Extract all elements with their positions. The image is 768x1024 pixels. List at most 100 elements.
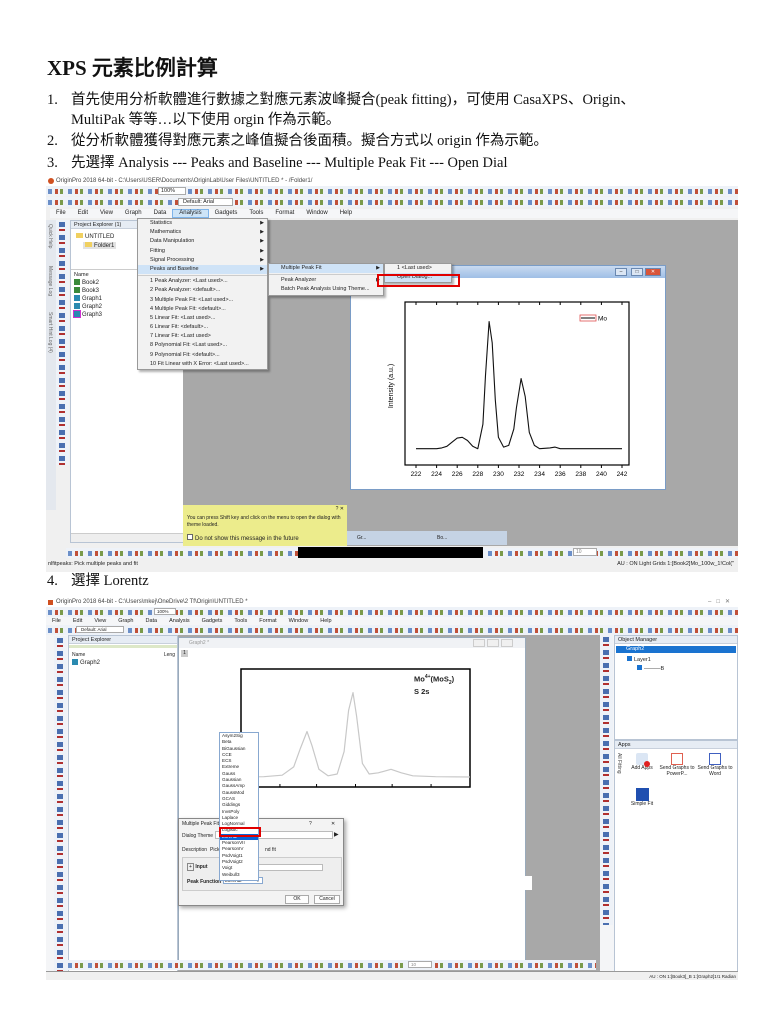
peak-analyzer-item[interactable]: Peak Analyzer (269, 276, 383, 285)
simple-fit-button[interactable]: Simple Fit (629, 788, 655, 807)
project-item[interactable]: Graph1 (74, 295, 102, 303)
menu-item[interactable]: View (94, 209, 119, 218)
format-toolbar[interactable] (46, 197, 738, 207)
origin-logo-icon (48, 600, 53, 605)
x-tick-label: 242 (617, 471, 628, 478)
analysis-submenu-item[interactable]: Fitting (138, 247, 267, 256)
minimize-button[interactable]: – (615, 268, 627, 276)
theme-menu-arrow-icon[interactable]: ▶ (334, 831, 342, 839)
menu-item[interactable]: Format (269, 209, 300, 218)
maximize-button[interactable] (487, 639, 499, 647)
recent-fit-item[interactable]: 9 Polynomial Fit: <default>... (138, 351, 267, 360)
recent-fit-item[interactable]: 1 Peak Analyzer: <Last used>... (138, 277, 267, 286)
hint-close-icon[interactable]: ? ✕ (336, 506, 344, 513)
status-right: AU : ON 1:[Book3]_B 1:[Graph2]1!1 Radian (649, 974, 736, 979)
send-to-word-button[interactable]: Send Graphs to Word (697, 753, 733, 777)
window-controls[interactable]: – □ ✕ (708, 598, 730, 607)
peak-function-option[interactable]: Weibull3 (220, 872, 258, 878)
recent-fit-item[interactable]: 7 Linear Fit: <Last used> (138, 332, 267, 341)
recent-fit-item[interactable]: 4 Multiple Peak Fit: <default>... (138, 305, 267, 314)
menu-item[interactable]: Analysis (172, 209, 209, 218)
recent-fit-item[interactable]: 10 Fit Linear with X Error: <Last used>.… (138, 360, 267, 369)
close-button[interactable]: ✕ (645, 268, 661, 276)
step-1-cont: MultiPak 等等…以下使用 orgin 作為示範。 (71, 112, 341, 128)
tools-toolbar[interactable] (54, 636, 67, 976)
zoom-select[interactable]: 100% (154, 608, 176, 615)
folder-strip (69, 645, 177, 648)
multiple-peak-fit-item[interactable]: Multiple Peak Fit (269, 264, 383, 273)
close-button[interactable]: ✕ (331, 821, 335, 827)
analysis-submenu-item[interactable]: Statistics (138, 219, 267, 228)
close-button[interactable] (501, 639, 513, 647)
font-select[interactable]: Default: Arial (76, 626, 124, 633)
drawing-toolbar[interactable] (66, 960, 596, 970)
item-label: Graph2 (82, 304, 103, 310)
tools-toolbar[interactable] (56, 220, 69, 465)
project-item[interactable]: Graph2 (74, 303, 102, 311)
recent-fit-item[interactable]: 6 Linear Fit: <default>... (138, 323, 267, 332)
format-toolbar[interactable] (46, 625, 738, 635)
minimized-window[interactable]: Bo... (427, 531, 507, 545)
input-row[interactable]: + Input (187, 863, 208, 871)
item-label: Weibull3 (222, 871, 240, 877)
project-item[interactable]: Book3 (74, 287, 102, 295)
font-size-select[interactable]: 10 (408, 961, 432, 968)
standard-toolbar[interactable] (46, 607, 738, 617)
recent-fit-item[interactable]: 8 Polynomial Fit: <Last used>... (138, 341, 267, 350)
tree-folder[interactable]: Folder1 (83, 242, 117, 249)
tree-root[interactable]: UNTITLED (76, 233, 114, 240)
app-label: Send Graphs to PowerP... (659, 765, 695, 777)
project-item[interactable]: Graph3 (73, 310, 102, 319)
batch-peak-analysis-item[interactable]: Batch Peak Analysis Using Theme... (269, 285, 383, 294)
minimized-window[interactable]: Gr... (347, 531, 427, 545)
send-to-powerpoint-button[interactable]: Send Graphs to PowerP... (659, 753, 695, 777)
menu-item[interactable]: Edit (72, 209, 94, 218)
item-label: BiGaussian (222, 745, 246, 751)
menu-item[interactable]: Data (148, 209, 173, 218)
cancel-button[interactable]: Cancel (314, 895, 340, 904)
object-layer-node[interactable]: Layer1 (627, 656, 651, 663)
project-item[interactable]: Book2 (74, 279, 102, 287)
step-2: 2. 從分析軟體獲得對應元素之峰值擬合後面積。擬合方式以 origin 作為示範。 (47, 131, 548, 151)
menu-item[interactable]: Window (300, 209, 333, 218)
menu-item[interactable]: Graph (119, 209, 148, 218)
object-graph-node[interactable]: Graph2 (616, 646, 736, 653)
help-button[interactable]: ? (309, 821, 312, 827)
smart-hint-log-tab[interactable]: Smart Hint Log (4) (47, 312, 53, 353)
analysis-submenu-item[interactable]: Data Manipulation (138, 237, 267, 246)
last-used-item[interactable]: 1 <Last used> (385, 264, 451, 273)
item-label: Edit (72, 618, 83, 624)
analysis-submenu-item[interactable]: Signal Processing (138, 256, 267, 265)
message-log-tab[interactable]: Message Log (47, 266, 53, 296)
analysis-submenu-item[interactable]: Mathematics (138, 228, 267, 237)
analysis-submenu-item[interactable]: Peaks and Baseline (138, 264, 267, 274)
add-apps-button[interactable]: Add Apps (629, 753, 655, 771)
do-not-show-checkbox[interactable]: Do not show this message in the future (187, 534, 299, 543)
item-label: Data Manipulation (150, 238, 195, 245)
font-select[interactable]: Default: Arial (178, 198, 233, 206)
menu-item[interactable]: Gadgets (209, 209, 244, 218)
plot-frame (404, 301, 630, 466)
project-item[interactable]: Graph2 (72, 659, 100, 667)
item-label: Beta (222, 739, 232, 745)
font-size-select[interactable]: 10 (573, 548, 597, 556)
standard-toolbar[interactable] (46, 186, 738, 196)
quick-help-tab[interactable]: Quick Help (47, 224, 53, 248)
window-title: OriginPro 2018 64-bit - C:\Users\USER\Do… (56, 178, 313, 184)
recent-fit-item[interactable]: 2 Peak Analyzer: <default>... (138, 286, 267, 295)
menu-item[interactable]: Help (334, 209, 358, 218)
item-label: Book3 (82, 288, 100, 294)
graph-toolbar[interactable] (600, 635, 613, 925)
minimize-button[interactable] (473, 639, 485, 647)
object-plot-node[interactable]: ———B (637, 665, 664, 672)
recent-fit-item[interactable]: 3 Multiple Peak Fit: <Last used>... (138, 296, 267, 305)
ok-button[interactable]: OK (285, 895, 309, 904)
apps-side-tab[interactable]: All Fitting (616, 753, 622, 774)
recent-fit-item[interactable]: 5 Linear Fit: <Last used>... (138, 314, 267, 323)
menu-item[interactable]: File (50, 209, 72, 218)
horizontal-scrollbar[interactable] (71, 533, 183, 542)
maximize-button[interactable]: □ (631, 268, 643, 276)
peak-function-dropdown-list[interactable]: Asym2Sig Beta BiGaussian CCE ECS Extreme Gauss… (219, 732, 259, 881)
menu-item[interactable]: Tools (243, 209, 269, 218)
zoom-select[interactable]: 100% (158, 187, 186, 195)
